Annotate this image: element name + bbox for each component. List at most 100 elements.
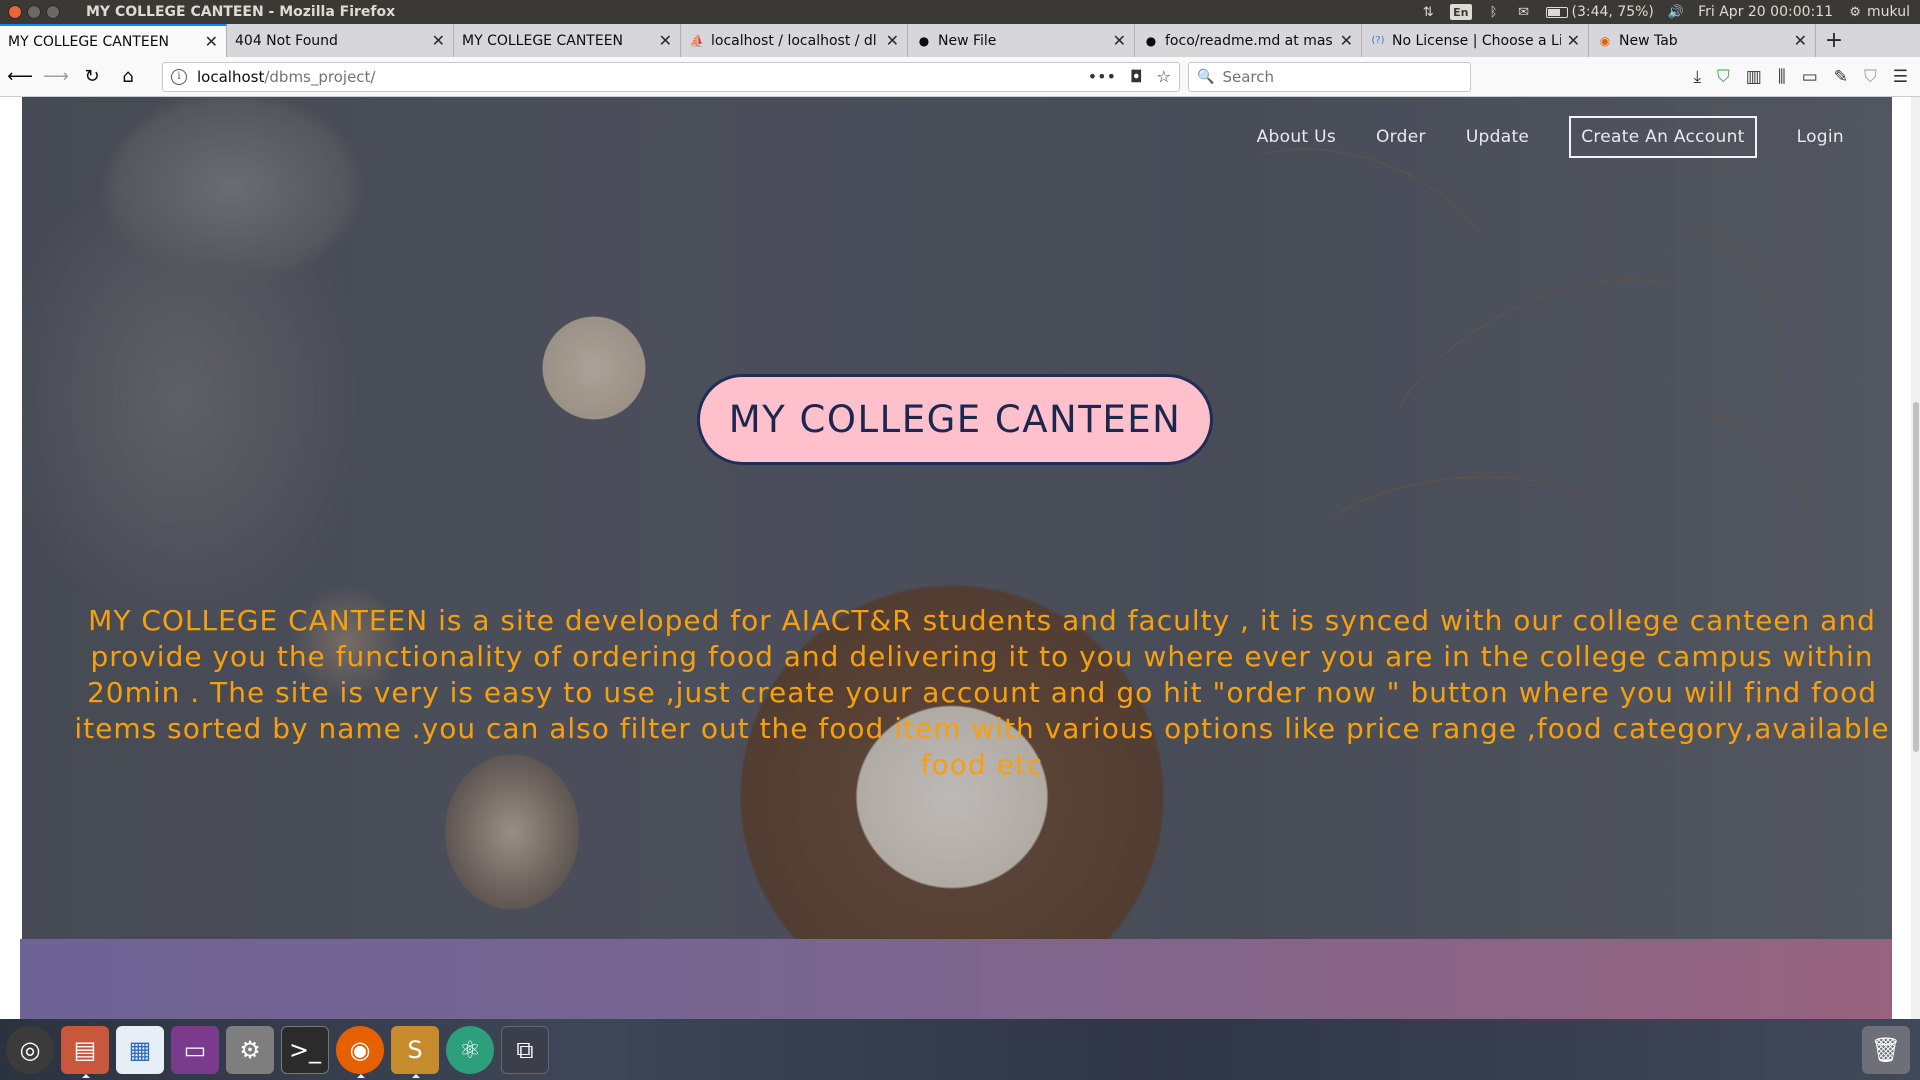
- firefox-icon: ◉: [1599, 33, 1611, 48]
- nav-update-link[interactable]: Update: [1466, 127, 1529, 147]
- system-indicators: ⇅ En ᛒ ✉ (3:44, 75%) 🔊 Fri Apr 20 00:00:…: [1420, 4, 1920, 20]
- ubuntu-dash-icon[interactable]: ◎: [6, 1025, 54, 1074]
- close-tab-icon[interactable]: ✕: [205, 32, 218, 51]
- close-tab-icon[interactable]: ✕: [659, 31, 672, 50]
- search-placeholder: Search: [1222, 67, 1274, 86]
- tab-label: foco/readme.md at mas: [1165, 32, 1333, 49]
- tab[interactable]: ◉ New Tab ✕: [1589, 24, 1816, 57]
- eyedropper-icon[interactable]: ✎: [1834, 67, 1848, 87]
- top-panel: MY COLLEGE CANTEEN - Mozilla Firefox ⇅ E…: [0, 0, 1920, 24]
- url-bar[interactable]: i localhost/dbms_project/ ••• ◘ ☆: [162, 61, 1180, 92]
- close-tab-icon[interactable]: ✕: [1794, 31, 1807, 50]
- close-tab-icon[interactable]: ✕: [886, 31, 899, 50]
- clock[interactable]: Fri Apr 20 00:00:11: [1698, 4, 1833, 20]
- atom-icon[interactable]: ⚛: [446, 1025, 494, 1074]
- nav-order-link[interactable]: Order: [1376, 127, 1426, 147]
- toolbar-actions: ⤓ ⛉ ▥ ⫼ ▭ ✎ ⛉ ☰: [1694, 67, 1920, 87]
- page-viewport: About Us Order Update Create An Account …: [0, 97, 1920, 1019]
- keyboard-language-indicator[interactable]: En: [1450, 4, 1472, 20]
- ublock-shield-icon[interactable]: ⛉: [1717, 67, 1730, 87]
- battery-text: (3:44, 75%): [1571, 4, 1654, 20]
- url-actions: ••• ◘ ☆: [1088, 67, 1171, 86]
- downloads-icon[interactable]: ⤓: [1694, 67, 1702, 87]
- tab-label: localhost / localhost / dl: [711, 32, 877, 49]
- forward-button[interactable]: ⟶: [40, 61, 72, 93]
- sublime-text-icon[interactable]: S: [391, 1025, 439, 1078]
- phpmyadmin-icon: ⛵: [689, 33, 705, 48]
- choosealicense-icon: (?): [1371, 35, 1385, 46]
- library-icon[interactable]: ⫼: [1778, 67, 1786, 87]
- session-menu[interactable]: ⚙ mukul: [1847, 4, 1910, 20]
- url-path: /dbms_project/: [264, 67, 376, 86]
- files-icon[interactable]: ▤: [61, 1025, 109, 1078]
- tab[interactable]: MY COLLEGE CANTEEN ✕: [0, 24, 227, 57]
- window-controls: [0, 5, 60, 19]
- hero-section: About Us Order Update Create An Account …: [22, 97, 1892, 939]
- terminal-icon[interactable]: >_: [281, 1025, 329, 1074]
- github-icon: ●: [1145, 33, 1157, 48]
- tab-label: MY COLLEGE CANTEEN: [8, 33, 170, 50]
- url-host: localhost: [197, 67, 265, 86]
- dock: ◎ ▤ ▦ ▭ ⚙ >_ ◉ S ⚛ ⧉ 🗑: [0, 1019, 1920, 1080]
- tab[interactable]: ● New File ✕: [908, 24, 1135, 57]
- bookmark-star-icon[interactable]: ☆: [1157, 67, 1171, 86]
- gear-icon: ⚙: [1849, 4, 1861, 20]
- close-tab-icon[interactable]: ✕: [1113, 31, 1126, 50]
- new-tab-button[interactable]: +: [1816, 24, 1852, 57]
- tab-strip: MY COLLEGE CANTEEN ✕ 404 Not Found ✕ MY …: [0, 24, 1920, 57]
- tab-label: No License | Choose a Li: [1392, 32, 1561, 49]
- system-settings-icon[interactable]: ⚙: [226, 1025, 274, 1074]
- close-window-button[interactable]: [8, 5, 22, 19]
- create-account-button[interactable]: Create An Account: [1569, 116, 1757, 158]
- sidebar-icon[interactable]: ▥: [1746, 67, 1762, 87]
- mail-icon[interactable]: ✉: [1516, 4, 1532, 20]
- scrollbar-thumb[interactable]: [1913, 402, 1919, 752]
- tab-label: New Tab: [1619, 32, 1678, 49]
- navigation-toolbar: ⟵ ⟶ ↻ ⌂ i localhost/dbms_project/ ••• ◘ …: [0, 57, 1920, 97]
- site-nav: About Us Order Update Create An Account …: [1257, 116, 1844, 158]
- search-icon: 🔍: [1197, 68, 1215, 85]
- close-tab-icon[interactable]: ✕: [1567, 31, 1580, 50]
- tab[interactable]: 404 Not Found ✕: [227, 24, 454, 57]
- tab-label: MY COLLEGE CANTEEN: [462, 32, 624, 49]
- search-bar[interactable]: 🔍 Search: [1188, 61, 1471, 92]
- page-actions-icon[interactable]: •••: [1088, 67, 1116, 86]
- hero-overlay: [22, 97, 1892, 939]
- reader-view-icon[interactable]: ▭: [1802, 67, 1818, 87]
- volume-icon[interactable]: 🔊: [1668, 4, 1684, 20]
- nav-about-us-link[interactable]: About Us: [1257, 127, 1336, 147]
- username: mukul: [1867, 4, 1910, 20]
- tab[interactable]: MY COLLEGE CANTEEN ✕: [454, 24, 681, 57]
- trash-icon[interactable]: 🗑: [1862, 1025, 1910, 1074]
- back-button[interactable]: ⟵: [4, 61, 36, 93]
- tab[interactable]: ● foco/readme.md at mas ✕: [1135, 24, 1362, 57]
- nav-login-link[interactable]: Login: [1797, 127, 1844, 147]
- intro-paragraph: MY COLLEGE CANTEEN is a site developed f…: [74, 604, 1890, 781]
- maximize-window-button[interactable]: [46, 5, 60, 19]
- home-button[interactable]: ⌂: [112, 61, 144, 93]
- reload-button[interactable]: ↻: [76, 61, 108, 93]
- app-launcher-icon[interactable]: ▭: [171, 1025, 219, 1074]
- tab[interactable]: ⛵ localhost / localhost / dl ✕: [681, 24, 908, 57]
- hamburger-menu-icon[interactable]: ☰: [1893, 67, 1908, 87]
- bluetooth-icon[interactable]: ᛒ: [1486, 4, 1502, 20]
- close-tab-icon[interactable]: ✕: [1340, 31, 1353, 50]
- battery-icon: [1545, 6, 1568, 18]
- battery-indicator[interactable]: (3:44, 75%): [1545, 4, 1654, 20]
- libreoffice-writer-icon[interactable]: ▦: [116, 1025, 164, 1074]
- pocket-icon[interactable]: ◘: [1130, 67, 1143, 86]
- firefox-icon[interactable]: ◉: [336, 1025, 384, 1078]
- close-tab-icon[interactable]: ✕: [432, 31, 445, 50]
- tab-label: 404 Not Found: [235, 32, 338, 49]
- privacy-shield-icon[interactable]: ⛉: [1864, 67, 1877, 87]
- tab[interactable]: (?) No License | Choose a Li ✕: [1362, 24, 1589, 57]
- site-title-badge: MY COLLEGE CANTEEN: [697, 374, 1213, 465]
- github-icon: ●: [918, 33, 930, 48]
- site-info-icon[interactable]: i: [171, 68, 187, 85]
- workspace-switcher-icon[interactable]: ⧉: [501, 1025, 549, 1074]
- gradient-section: [20, 939, 1892, 1019]
- minimize-window-button[interactable]: [27, 5, 41, 19]
- page-scrollbar[interactable]: [1911, 97, 1920, 1019]
- tab-label: New File: [938, 32, 997, 49]
- network-transfer-icon[interactable]: ⇅: [1420, 4, 1436, 20]
